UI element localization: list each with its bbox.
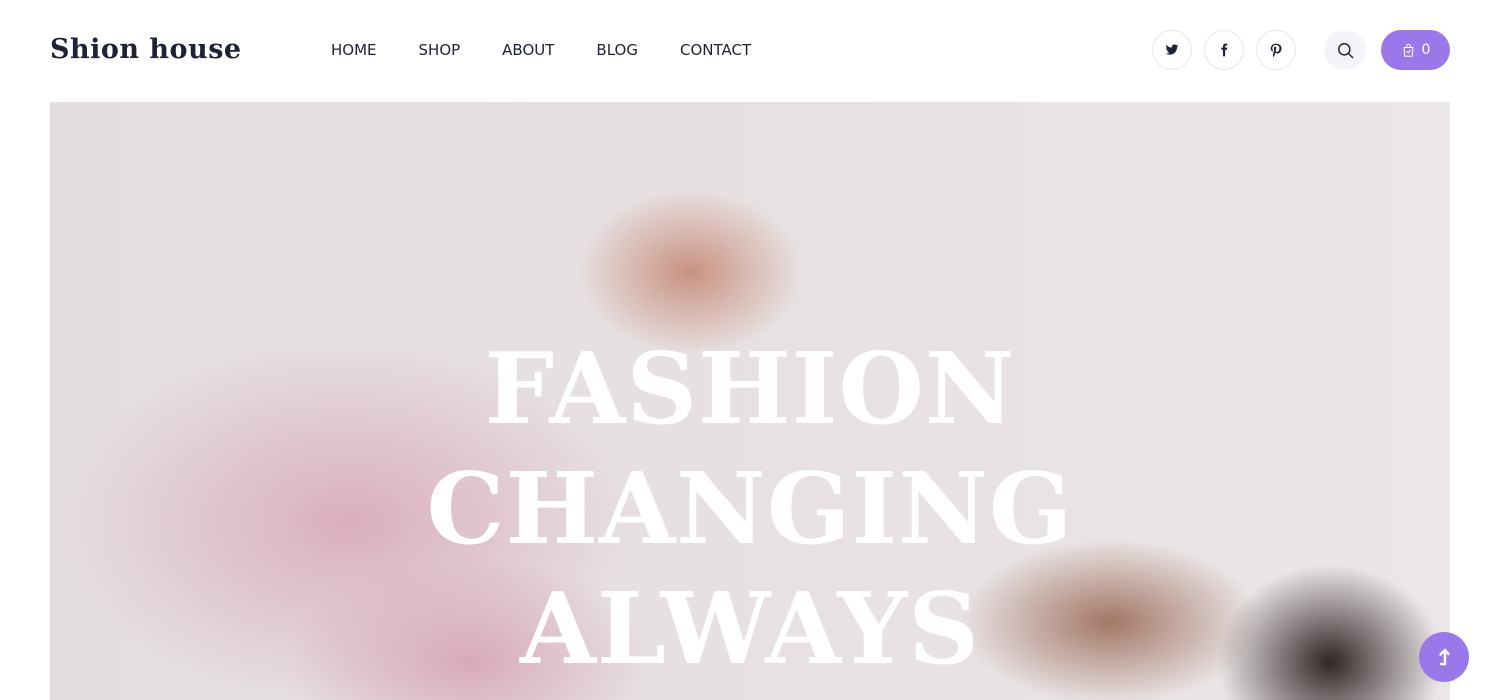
hero-title: FASHION CHANGING ALWAYS [50, 330, 1450, 690]
cart-count: 0 [1421, 42, 1431, 58]
main-nav: HOME SHOP ABOUT BLOG CONTACT [331, 40, 751, 60]
hero-line-2: CHANGING [426, 452, 1074, 567]
nav-item-contact[interactable]: CONTACT [680, 40, 751, 60]
shopping-bag-icon [1403, 43, 1413, 57]
facebook-icon [1221, 43, 1228, 57]
nav-item-shop[interactable]: SHOP [419, 40, 461, 60]
scroll-to-top-button[interactable] [1419, 632, 1469, 682]
pinterest-button[interactable] [1256, 30, 1296, 70]
nav-item-about[interactable]: ABOUT [502, 40, 554, 60]
site-header: Shion house HOME SHOP ABOUT BLOG CONTACT… [0, 0, 1500, 102]
facebook-button[interactable] [1204, 30, 1244, 70]
arrow-up-icon [1439, 648, 1450, 666]
nav-item-blog[interactable]: BLOG [596, 40, 638, 60]
hero-line-1: FASHION [484, 332, 1016, 447]
site-logo[interactable]: Shion house [50, 34, 242, 65]
twitter-button[interactable] [1152, 30, 1192, 70]
nav-item-home[interactable]: HOME [331, 40, 377, 60]
search-button[interactable] [1324, 30, 1366, 70]
search-icon [1337, 42, 1353, 58]
hero-line-3: ALWAYS [520, 572, 980, 687]
cart-button[interactable]: 0 [1381, 30, 1450, 70]
pinterest-icon [1270, 43, 1282, 57]
hero-banner: FASHION CHANGING ALWAYS [50, 102, 1450, 700]
twitter-icon [1165, 44, 1179, 55]
